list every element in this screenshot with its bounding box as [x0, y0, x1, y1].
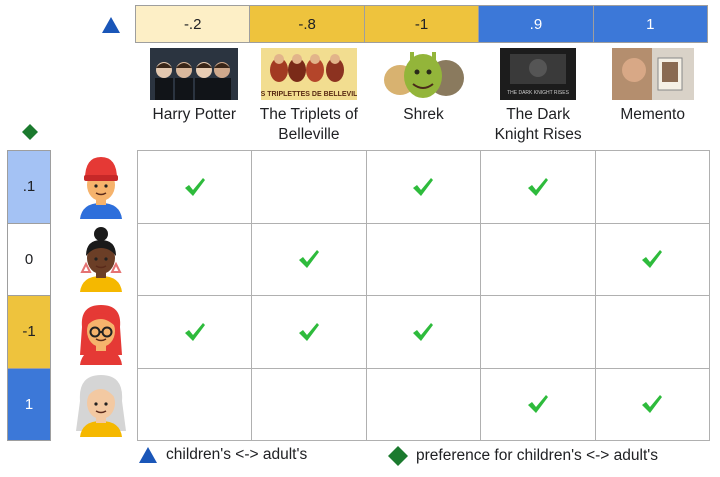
movie-poster: [150, 48, 239, 100]
legend-diamond: preference for children's <-> adult's: [388, 446, 658, 466]
user-scale-cell: .1: [8, 151, 50, 224]
user-scale-cell: 1: [8, 368, 50, 440]
triplets-poster-text: LES TRIPLETTES DE BELLEVILLE: [261, 91, 357, 98]
checkmark-icon: [527, 177, 548, 196]
movie-column-header: Shrek: [366, 48, 481, 148]
rating-cell: [595, 223, 710, 296]
user-axis-diamond-icon: [22, 124, 38, 140]
user-scale-cell: -1: [8, 296, 50, 369]
rating-cell: [366, 368, 482, 441]
rating-cell: [595, 368, 710, 441]
checkmark-icon: [642, 395, 663, 414]
legend-diamond-icon: [388, 446, 408, 466]
movie-title: The Triplets of Belleville: [259, 106, 358, 143]
legend-triangle-icon: [139, 447, 157, 463]
movie-column-header: Memento: [595, 48, 710, 148]
rating-cell: [366, 223, 482, 296]
movie-title: The Dark Knight Rises: [494, 106, 582, 143]
user-avatar: [72, 299, 130, 365]
checkmark-icon: [413, 322, 434, 341]
movie-title: Harry Potter: [152, 106, 237, 123]
triplets-of-belleville-poster: LES TRIPLETTES DE BELLEVILLE: [260, 48, 357, 100]
shrek-poster: [384, 52, 465, 98]
rating-cell: [481, 151, 596, 224]
checkmark-icon: [413, 177, 434, 196]
rating-cell: [481, 296, 596, 369]
checkmark-icon: [184, 177, 205, 196]
user-scale-bar: .1 0 -1 1: [7, 150, 51, 441]
rating-cell: [366, 296, 482, 369]
rating-cell: [252, 368, 367, 441]
movie-title: Shrek: [403, 106, 444, 123]
user-avatar: [72, 153, 130, 219]
dark-knight-poster-text: THE DARK KNIGHT RISES: [507, 90, 570, 96]
memento-poster: [611, 48, 694, 100]
movie-scale-bar: -.2 -.8 -1.9 1: [135, 5, 708, 43]
legend-diamond-label: preference for children's <-> adult's: [416, 447, 658, 464]
movie-column-header: THE DARK KNIGHT RISES The Dark Knight Ris…: [481, 48, 596, 148]
movie-title: Memento: [620, 106, 685, 123]
rating-cell: [252, 223, 367, 296]
checkmark-icon: [642, 250, 663, 269]
checkmark-icon: [299, 322, 320, 341]
user-scale-cell: 0: [8, 223, 50, 296]
legend-triangle-label: children's <-> adult's: [166, 446, 308, 463]
movie-scale-cell: -1: [364, 6, 480, 42]
movie-poster: [611, 48, 694, 100]
legend-triangle: children's <-> adult's: [138, 446, 307, 464]
user-red-beanie-avatar: [80, 157, 122, 219]
user-avatar: [72, 226, 130, 292]
movie-column-header: Harry Potter: [137, 48, 252, 148]
rating-cell: [366, 151, 482, 224]
movie-header-row: Harry Potter LES TRIPLETTES DE BELLEVILLE…: [137, 48, 710, 148]
movie-axis-triangle-icon: [102, 17, 120, 33]
movie-column-header: LES TRIPLETTES DE BELLEVILLE The Triplets…: [252, 48, 367, 148]
movie-poster: LES TRIPLETTES DE BELLEVILLE: [260, 48, 357, 100]
ratings-matrix: [137, 150, 710, 441]
rating-cell: [481, 368, 596, 441]
movie-scale-cell: .9: [479, 6, 594, 42]
checkmark-icon: [527, 395, 548, 414]
checkmark-icon: [184, 322, 205, 341]
rating-cell: [252, 296, 367, 369]
user-bun-earrings-avatar: [80, 226, 122, 292]
rating-cell: [595, 296, 710, 369]
rating-cell: [138, 368, 253, 441]
movie-poster: [380, 48, 466, 100]
rating-cell: [138, 223, 253, 296]
movie-scale-cell: -.2: [136, 6, 251, 42]
user-gray-hair-avatar: [76, 375, 126, 438]
movie-scale-cell: 1: [593, 6, 708, 42]
movie-scale-cell: -.8: [250, 6, 365, 42]
checkmark-icon: [299, 250, 320, 269]
rating-cell: [138, 151, 253, 224]
dark-knight-rises-poster: THE DARK KNIGHT RISES: [500, 48, 577, 100]
rating-cell: [138, 296, 253, 369]
harry-potter-poster: [150, 48, 239, 100]
user-red-hair-glasses-avatar: [80, 304, 122, 365]
rating-cell: [595, 151, 710, 224]
rating-cell: [252, 151, 367, 224]
user-avatar: [72, 371, 130, 438]
movie-poster: THE DARK KNIGHT RISES: [500, 48, 577, 100]
rating-cell: [481, 223, 596, 296]
